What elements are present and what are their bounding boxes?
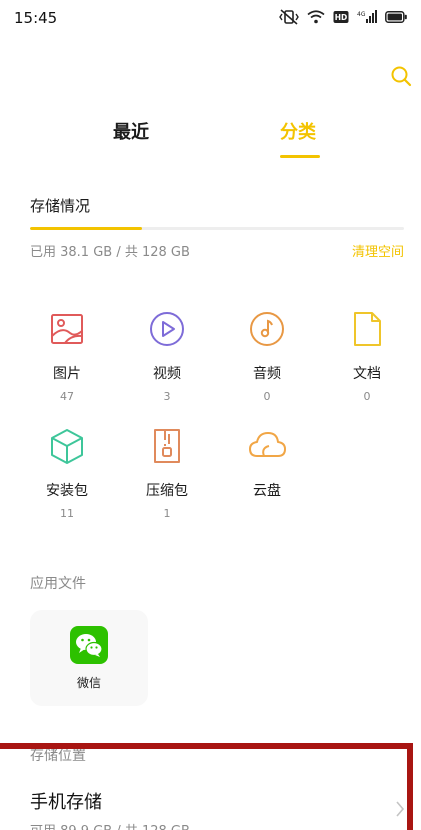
app-label: 微信 xyxy=(76,676,101,690)
category-count: 47 xyxy=(60,390,74,403)
tab-bar: 最近 分类 xyxy=(0,118,421,162)
svg-text:4G: 4G xyxy=(357,11,366,18)
category-videos[interactable]: 视频 3 xyxy=(117,309,217,403)
package-icon xyxy=(51,429,83,464)
category-label: 云盘 xyxy=(253,483,281,499)
category-label: 视频 xyxy=(153,366,181,382)
category-count: 11 xyxy=(60,507,74,520)
category-packages[interactable]: 安装包 11 xyxy=(17,426,117,520)
category-count: 1 xyxy=(163,507,171,520)
tab-recent[interactable]: 最近 xyxy=(113,118,149,144)
category-count: 0 xyxy=(263,390,271,403)
search-icon[interactable] xyxy=(389,64,413,88)
highlight-annotation-box xyxy=(0,743,413,830)
wifi-icon xyxy=(307,10,325,24)
category-documents[interactable]: 文档 0 xyxy=(317,309,417,403)
hd-icon: HD xyxy=(333,11,349,23)
app-card-wechat[interactable]: 微信 xyxy=(30,610,148,706)
category-count: 3 xyxy=(163,390,171,403)
storage-title: 存储情况 xyxy=(30,197,91,215)
clean-space-link[interactable]: 清理空间 xyxy=(352,241,404,260)
app-files-title: 应用文件 xyxy=(30,576,86,592)
storage-usage-fill xyxy=(30,227,143,230)
storage-used-text: 已用 38.1 GB / 共 128 GB xyxy=(30,245,190,260)
storage-usage-bar xyxy=(30,227,404,230)
battery-icon xyxy=(385,11,407,23)
category-cloud[interactable]: 云盘 xyxy=(217,426,317,507)
wechat-icon xyxy=(70,626,108,664)
signal-icon: 4G xyxy=(357,10,377,23)
category-label: 压缩包 xyxy=(146,483,188,499)
category-images[interactable]: 图片 47 xyxy=(17,309,117,403)
category-label: 安装包 xyxy=(46,483,88,499)
cloud-icon xyxy=(249,432,286,457)
status-icons: HD 4G xyxy=(279,9,407,25)
category-count: 0 xyxy=(363,390,371,403)
category-label: 图片 xyxy=(53,366,81,382)
vibrate-icon xyxy=(279,9,299,25)
active-tab-indicator xyxy=(280,155,320,158)
document-icon xyxy=(354,312,381,346)
category-label: 音频 xyxy=(253,366,281,382)
category-label: 文档 xyxy=(353,366,381,382)
audio-icon xyxy=(250,312,284,346)
archive-icon xyxy=(154,429,180,463)
status-time: 15:45 xyxy=(14,9,58,27)
tab-category[interactable]: 分类 xyxy=(280,118,316,144)
svg-text:HD: HD xyxy=(335,13,348,22)
status-bar: 15:45 HD 4G xyxy=(0,0,421,36)
category-audio[interactable]: 音频 0 xyxy=(217,309,317,403)
video-icon xyxy=(150,312,184,346)
image-icon xyxy=(51,314,83,344)
category-archives[interactable]: 压缩包 1 xyxy=(117,426,217,520)
